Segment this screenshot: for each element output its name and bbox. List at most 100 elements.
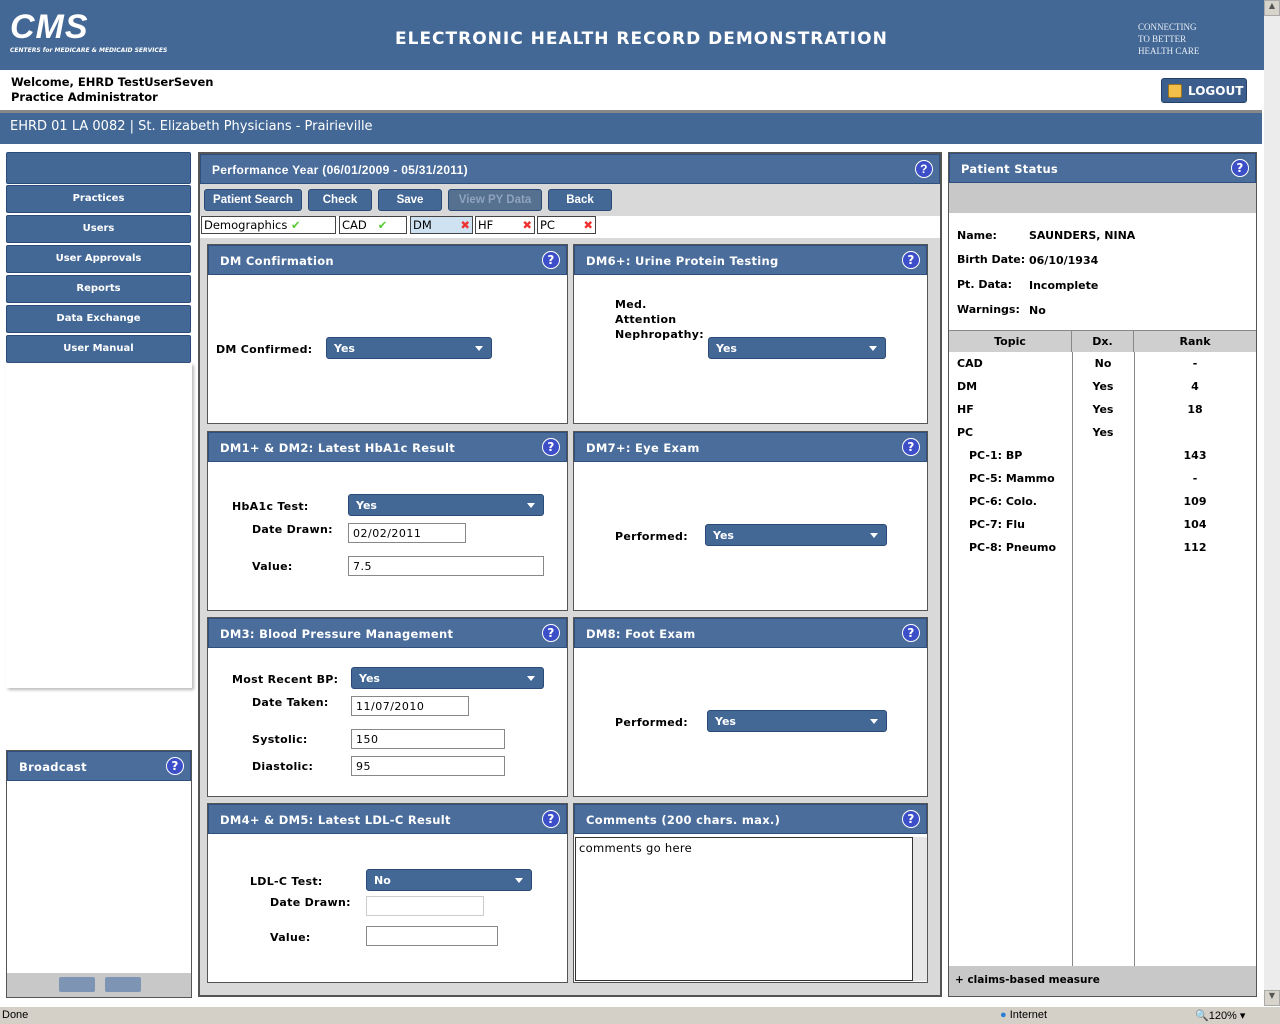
practice-bar: EHRD 01 LA 0082 | St. Elizabeth Physicia…: [0, 110, 1262, 144]
rank-cell: 112: [1183, 541, 1207, 554]
sidebar-item-data-exchange[interactable]: Data Exchange: [6, 305, 191, 333]
nephropathy-select[interactable]: Yes: [708, 337, 886, 359]
rank-cell: 18: [1187, 403, 1203, 416]
help-icon[interactable]: ?: [902, 251, 920, 269]
table-row: CAD No -: [949, 352, 1256, 375]
check-icon: ✔: [377, 218, 388, 232]
sidebar-item-user-manual[interactable]: User Manual: [6, 335, 191, 363]
check-icon: ✔: [291, 218, 301, 232]
view-py-data-button[interactable]: View PY Data: [448, 189, 542, 211]
urine-protein-panel: DM6+: Urine Protein Testing? Med. Attenti…: [573, 244, 928, 424]
eye-exam-panel: DM7+: Eye Exam? Performed: Yes: [573, 431, 928, 611]
help-icon[interactable]: ?: [902, 438, 920, 456]
rank-cell: 143: [1183, 449, 1207, 462]
tab-hf[interactable]: HF ✖: [475, 216, 535, 234]
dx-cell: [1072, 490, 1134, 513]
comments-scrollbar[interactable]: [913, 837, 927, 981]
zoom-icon: 🔍: [1195, 1010, 1209, 1022]
foot-exam-panel: DM8: Foot Exam? Performed: Yes: [573, 617, 928, 797]
table-row: DM Yes 4: [949, 375, 1256, 398]
rank-cell: -: [1192, 472, 1198, 485]
help-icon[interactable]: ?: [166, 757, 184, 775]
systolic-input[interactable]: 150: [351, 729, 505, 749]
comments-panel: Comments (200 chars. max.)? comments go …: [573, 803, 928, 983]
sidebar-item-reports[interactable]: Reports: [6, 275, 191, 303]
help-icon[interactable]: ?: [902, 810, 920, 828]
blood-pressure-panel: DM3: Blood Pressure Management? Most Rec…: [207, 617, 568, 797]
topic-cell: PC-1: BP: [969, 449, 1023, 462]
date-drawn-input[interactable]: 02/02/2011: [348, 523, 466, 543]
patient-search-button[interactable]: Patient Search: [204, 189, 302, 211]
table-row: PC Yes: [949, 421, 1256, 444]
sidebar-item-user-approvals[interactable]: User Approvals: [6, 245, 191, 273]
tab-cad[interactable]: CAD ✔: [339, 216, 407, 234]
help-icon[interactable]: ?: [542, 251, 560, 269]
foot-exam-select[interactable]: Yes: [707, 710, 887, 732]
scroll-down-button[interactable]: ▼: [1264, 990, 1280, 1006]
broadcast-next-button[interactable]: [105, 977, 141, 992]
rank-cell: [1134, 421, 1256, 444]
topic-cell: CAD: [957, 357, 983, 370]
zoom-control[interactable]: 🔍120% ▾: [1195, 1009, 1245, 1022]
topic-cell: PC: [957, 426, 974, 439]
table-row: PC-7: Flu 104: [949, 513, 1256, 536]
x-icon: ✖: [583, 218, 593, 232]
table-row: PC-1: BP 143: [949, 444, 1256, 467]
lock-icon: [1168, 84, 1182, 98]
help-icon[interactable]: ?: [915, 160, 933, 178]
scroll-up-button[interactable]: ▲: [1264, 0, 1280, 16]
hhs-logo: CONNECTING TO BETTER HEALTH CARE: [1138, 22, 1200, 56]
dx-cell: [1072, 513, 1134, 536]
topic-cell: DM: [957, 380, 978, 393]
diastolic-input[interactable]: 95: [351, 756, 505, 776]
page-scrollbar[interactable]: ▲ ▼: [1264, 0, 1280, 1006]
ldl-date-input[interactable]: [366, 896, 484, 916]
comments-textarea[interactable]: comments go here: [575, 837, 913, 981]
dx-cell: Yes: [1092, 380, 1114, 393]
sidebar-header: [6, 152, 191, 184]
hba1c-value-input[interactable]: 7.5: [348, 556, 544, 576]
tab-dm[interactable]: DM ✖: [410, 216, 473, 234]
dx-cell: Yes: [1092, 403, 1114, 416]
help-icon[interactable]: ?: [902, 624, 920, 642]
table-row: PC-8: Pneumo 112: [949, 536, 1256, 559]
logout-button[interactable]: LOGOUT: [1161, 78, 1247, 103]
topic-cell: HF: [957, 403, 974, 416]
eye-exam-select[interactable]: Yes: [705, 524, 887, 546]
sidebar-item-users[interactable]: Users: [6, 215, 191, 243]
browser-status-bar: Done ● Internet 🔍120% ▾: [0, 1006, 1280, 1024]
status-table: CAD No - DM Yes 4 HF Yes 18 PC Yes PC-1: BP 143 PC-5:…: [949, 352, 1256, 559]
topic-cell: PC-8: Pneumo: [969, 541, 1057, 554]
dm-confirmed-select[interactable]: Yes: [326, 337, 492, 359]
hba1c-test-select[interactable]: Yes: [348, 494, 544, 516]
help-icon[interactable]: ?: [542, 438, 560, 456]
ldl-test-select[interactable]: No: [366, 869, 532, 891]
tab-demographics[interactable]: Demographics ✔: [201, 216, 336, 234]
help-icon[interactable]: ?: [1231, 159, 1249, 177]
back-button[interactable]: Back: [548, 189, 612, 211]
help-icon[interactable]: ?: [542, 810, 560, 828]
status-table-header: Topic Dx. Rank: [949, 330, 1256, 352]
check-button[interactable]: Check: [308, 189, 372, 211]
x-icon: ✖: [460, 218, 470, 232]
globe-icon: ●: [1000, 1009, 1007, 1021]
date-taken-input[interactable]: 11/07/2010: [351, 696, 469, 716]
ldl-value-input[interactable]: [366, 926, 498, 946]
help-icon[interactable]: ?: [542, 624, 560, 642]
tab-pc[interactable]: PC ✖: [537, 216, 596, 234]
broadcast-prev-button[interactable]: [59, 977, 95, 992]
dx-cell: [1072, 444, 1134, 467]
rank-cell: 4: [1191, 380, 1199, 393]
x-icon: ✖: [522, 218, 532, 232]
topic-cell: PC-7: Flu: [969, 518, 1025, 531]
app-title: ELECTRONIC HEALTH RECORD DEMONSTRATION: [395, 29, 888, 49]
claims-footnote: + claims-based measure: [949, 966, 1256, 996]
save-button[interactable]: Save: [378, 189, 442, 211]
recent-bp-select[interactable]: Yes: [351, 667, 544, 689]
sidebar-item-practices[interactable]: Practices: [6, 185, 191, 213]
patient-status-panel: Patient Status? Name: SAUNDERS, NINA Birt…: [948, 152, 1257, 997]
dx-cell: [1072, 536, 1134, 559]
welcome-text: Welcome, EHRD TestUserSeven Practice Admi…: [11, 75, 214, 104]
sidebar-body: [6, 363, 192, 688]
dx-cell: [1072, 467, 1134, 490]
